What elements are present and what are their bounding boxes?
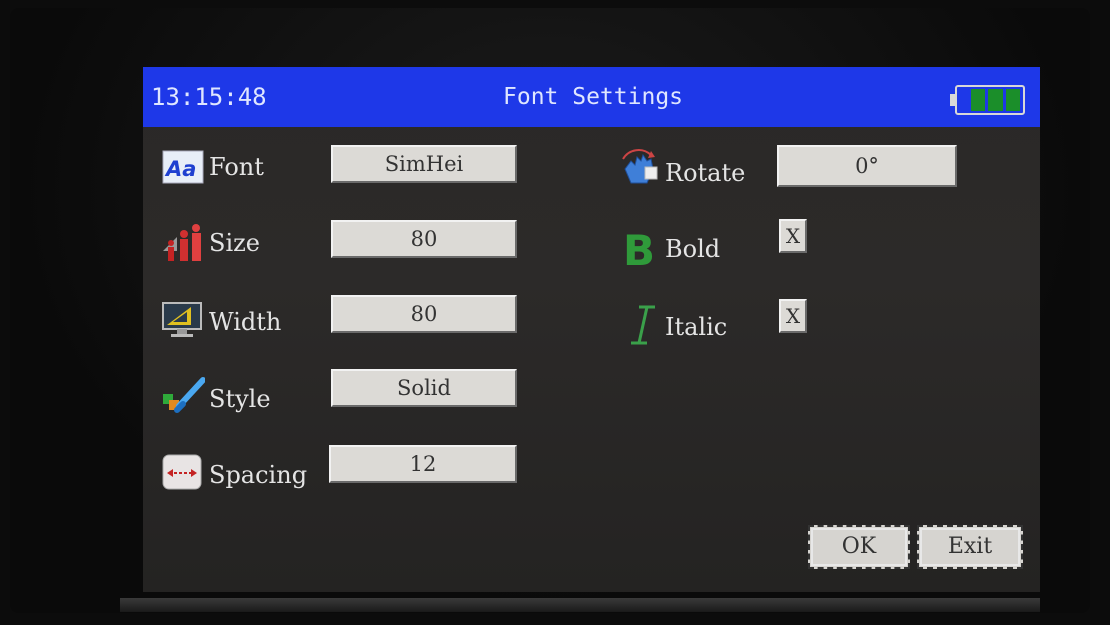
italic-i-icon: [621, 303, 665, 347]
font-label: Font: [209, 153, 264, 181]
bold-checkbox[interactable]: X: [779, 219, 807, 253]
rotate-label: Rotate: [665, 159, 746, 187]
size-figures-icon: [161, 221, 205, 265]
size-field[interactable]: 80: [331, 220, 517, 258]
spacing-arrows-icon: [161, 449, 205, 493]
italic-checkbox[interactable]: X: [779, 299, 807, 333]
font-field[interactable]: SimHei: [331, 145, 517, 183]
svg-text:Aa: Aa: [164, 157, 196, 181]
width-monitor-icon: [161, 297, 205, 341]
rotate-field[interactable]: 0°: [777, 145, 957, 187]
style-brush-icon: [161, 372, 206, 416]
bold-b-icon: B: [621, 225, 665, 275]
battery-full-icon: [950, 85, 1025, 115]
width-label: Width: [209, 308, 282, 336]
style-field[interactable]: Solid: [331, 369, 517, 407]
lcd-screen: 13:15:48 Font Settings Aa Font SimHei Si…: [143, 67, 1040, 592]
style-label: Style: [209, 385, 271, 413]
page-title: Font Settings: [503, 84, 684, 110]
title-bar: 13:15:48 Font Settings: [143, 67, 1040, 127]
spacing-field[interactable]: 12: [329, 445, 517, 483]
bold-label: Bold: [665, 235, 721, 263]
clock: 13:15:48: [151, 83, 267, 111]
exit-button[interactable]: Exit: [917, 525, 1023, 569]
spacing-label: Spacing: [209, 461, 308, 489]
rotate-hand-icon: [617, 147, 661, 191]
ok-button[interactable]: OK: [808, 525, 910, 569]
size-label: Size: [209, 229, 260, 257]
device-bezel-bottom: [120, 598, 1040, 612]
width-field[interactable]: 80: [331, 295, 517, 333]
svg-text:B: B: [623, 226, 655, 269]
italic-label: Italic: [665, 313, 728, 341]
font-aa-icon: Aa: [161, 145, 205, 189]
